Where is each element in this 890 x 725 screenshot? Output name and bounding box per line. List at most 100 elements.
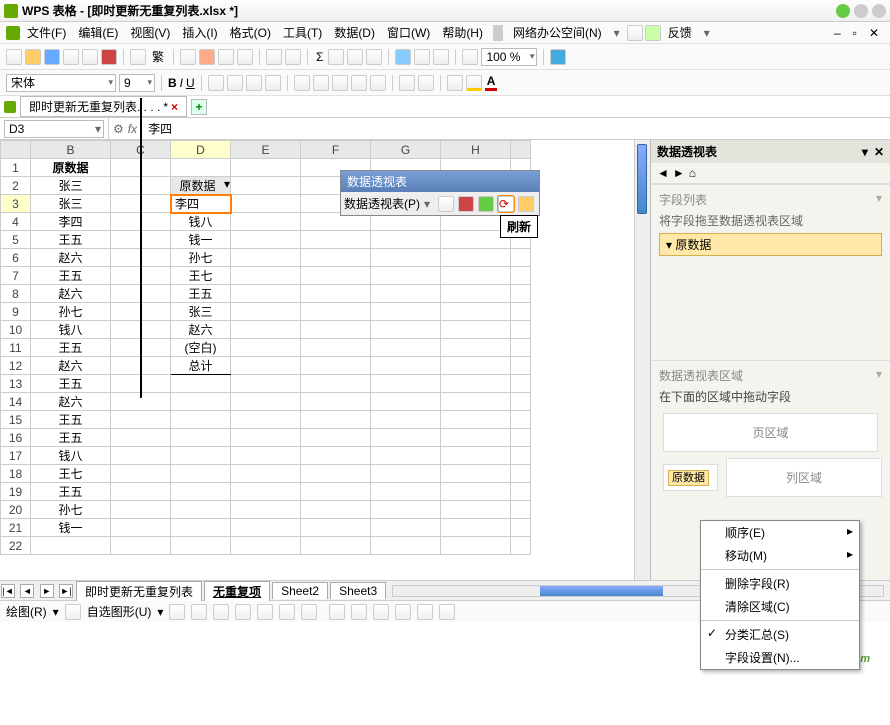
cell[interactable]	[171, 519, 231, 537]
row-header[interactable]: 19	[1, 483, 31, 501]
wordart-icon[interactable]	[279, 604, 295, 620]
cell[interactable]	[441, 339, 511, 357]
new-tab-button[interactable]: +	[191, 99, 207, 115]
cell[interactable]	[171, 501, 231, 519]
cell[interactable]	[231, 195, 301, 213]
spreadsheet-grid[interactable]: B C D E F G H 1原数据2张三原数据 ▾3张三李四4李四钱八5王五钱…	[0, 140, 634, 580]
chinese-convert-icon[interactable]: 繁	[149, 48, 167, 65]
menu-netoffice[interactable]: 网络办公空间(N)	[508, 22, 607, 43]
cell[interactable]: 王五	[31, 267, 111, 285]
cell[interactable]	[441, 447, 511, 465]
help-icon[interactable]	[550, 49, 566, 65]
fill-icon[interactable]	[329, 604, 345, 620]
cell[interactable]	[441, 249, 511, 267]
format-painter-icon[interactable]	[237, 49, 253, 65]
borders-icon[interactable]	[447, 75, 463, 91]
cell[interactable]	[231, 321, 301, 339]
col-header[interactable]	[511, 141, 531, 159]
field-item[interactable]: 原数据	[659, 233, 882, 256]
row-header[interactable]: 5	[1, 231, 31, 249]
cell[interactable]	[511, 249, 531, 267]
cell[interactable]	[171, 537, 231, 555]
cell[interactable]: 钱一	[31, 519, 111, 537]
align-left-icon[interactable]	[208, 75, 224, 91]
draw-menu[interactable]: 绘图(R)	[6, 603, 47, 620]
tool-icon[interactable]	[627, 25, 643, 41]
sheet-tab[interactable]: Sheet2	[272, 582, 328, 599]
panel-close-icon[interactable]: ✕	[874, 145, 884, 159]
menu-insert[interactable]: 插入(I)	[177, 22, 222, 43]
line-style-icon[interactable]	[395, 604, 411, 620]
cell[interactable]	[441, 537, 511, 555]
sheet-nav-prev-icon[interactable]: ◄	[20, 584, 34, 598]
scrollbar-thumb[interactable]	[540, 586, 662, 596]
cell[interactable]	[511, 483, 531, 501]
col-header[interactable]: H	[441, 141, 511, 159]
cell[interactable]	[231, 465, 301, 483]
cell[interactable]	[111, 501, 171, 519]
cell[interactable]	[511, 339, 531, 357]
cell[interactable]	[231, 177, 301, 195]
cell[interactable]: 赵六	[31, 357, 111, 375]
row-header[interactable]: 8	[1, 285, 31, 303]
cell[interactable]	[111, 519, 171, 537]
cell[interactable]: 赵六	[171, 321, 231, 339]
cell[interactable]	[171, 447, 231, 465]
cell[interactable]: 王五	[31, 231, 111, 249]
sum-icon[interactable]: Σ	[314, 50, 325, 64]
cell[interactable]	[171, 429, 231, 447]
cell[interactable]	[231, 375, 301, 393]
cell[interactable]	[441, 519, 511, 537]
cell[interactable]	[511, 285, 531, 303]
pivot-toolbar-menu[interactable]: 数据透视表(P)	[344, 195, 420, 212]
percent-icon[interactable]	[313, 75, 329, 91]
cell[interactable]: 孙七	[31, 501, 111, 519]
cell[interactable]	[371, 231, 441, 249]
cell[interactable]	[111, 465, 171, 483]
wizard-icon[interactable]: ⚙	[113, 122, 124, 136]
save-icon[interactable]	[44, 49, 60, 65]
currency-icon[interactable]	[294, 75, 310, 91]
print-icon[interactable]	[63, 49, 79, 65]
fill-color-icon[interactable]	[466, 75, 482, 91]
cell[interactable]	[371, 267, 441, 285]
cell[interactable]	[371, 411, 441, 429]
cell[interactable]	[371, 447, 441, 465]
cell[interactable]	[511, 501, 531, 519]
cut-icon[interactable]	[199, 49, 215, 65]
cell[interactable]	[301, 285, 371, 303]
row-header[interactable]: 21	[1, 519, 31, 537]
cell[interactable]: 王七	[31, 465, 111, 483]
cell[interactable]	[511, 357, 531, 375]
cell[interactable]	[371, 519, 441, 537]
cell[interactable]	[301, 375, 371, 393]
cell[interactable]: 李四	[171, 195, 231, 213]
cell[interactable]	[441, 375, 511, 393]
cell[interactable]	[371, 303, 441, 321]
comma-icon[interactable]	[332, 75, 348, 91]
cell[interactable]: 钱一	[171, 231, 231, 249]
increase-decimal-icon[interactable]	[351, 75, 367, 91]
menu-file[interactable]: 文件(F)	[22, 22, 71, 43]
cell[interactable]	[231, 159, 301, 177]
row-header[interactable]: 18	[1, 465, 31, 483]
preview-icon[interactable]	[82, 49, 98, 65]
cell[interactable]: 王五	[31, 429, 111, 447]
cell[interactable]	[441, 267, 511, 285]
vertical-scrollbar[interactable]	[634, 140, 650, 580]
cell[interactable]	[511, 375, 531, 393]
cell[interactable]	[371, 375, 441, 393]
cell[interactable]	[231, 357, 301, 375]
cell[interactable]	[231, 285, 301, 303]
row-header[interactable]: 10	[1, 321, 31, 339]
cell[interactable]: 钱八	[171, 213, 231, 231]
row-header[interactable]: 1	[1, 159, 31, 177]
menu-subtotal[interactable]: 分类汇总(S)	[701, 623, 859, 646]
cell[interactable]: 孙七	[31, 303, 111, 321]
line-color-icon[interactable]	[351, 604, 367, 620]
cell[interactable]: (空白)	[171, 339, 231, 357]
cell[interactable]	[371, 537, 441, 555]
redo-icon[interactable]	[285, 49, 301, 65]
cell[interactable]	[171, 393, 231, 411]
menu-edit[interactable]: 编辑(E)	[73, 22, 123, 43]
